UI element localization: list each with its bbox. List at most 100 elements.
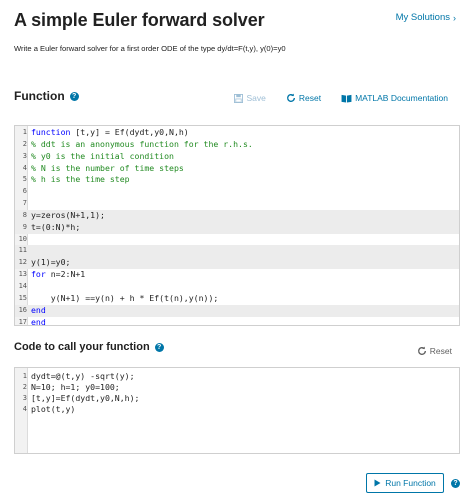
help-icon[interactable]: ?	[154, 342, 164, 352]
code-text: end	[31, 305, 46, 317]
code-token: y=zeros(N+1,1);	[31, 209, 105, 220]
code-text: % y0 is the initial condition	[31, 151, 174, 163]
code-line[interactable]: 10	[15, 234, 459, 246]
code-line[interactable]: 7	[15, 198, 459, 210]
code-text: % ddt is an anonymous function for the r…	[31, 139, 253, 151]
code-line[interactable]: 16 end	[15, 304, 459, 317]
code-text: y(N+1) ==y(n) + h * Ef(t(n),y(n));	[31, 292, 219, 305]
problem-description: Write a Euler forward solver for a first…	[14, 44, 286, 53]
line-number: 7	[22, 199, 27, 208]
code-token: y(1)=y0;	[31, 257, 71, 268]
code-line[interactable]: 3 [t,y]=Ef(dydt,y0,N,h);	[15, 393, 459, 404]
code-line[interactable]: 13 for n=2:N+1	[15, 269, 459, 281]
code-line[interactable]: 2 % ddt is an anonymous function for the …	[15, 139, 459, 151]
code-text: plot(t,y)	[31, 404, 76, 414]
function-section-title: Function ?	[14, 89, 79, 103]
run-label: Run Function	[385, 478, 436, 488]
code-text: dydt=@(t,y) -sqrt(y);	[31, 371, 135, 381]
my-solutions-link[interactable]: My Solutions ›	[396, 12, 456, 23]
line-number: 6	[22, 187, 27, 196]
code-text: N=10; h=1; y0=100;	[31, 382, 120, 392]
line-number: 1	[22, 128, 27, 136]
comment-token: % ddt is an anonymous function for the r…	[31, 138, 253, 149]
code-token: n=2:N+1	[45, 269, 86, 280]
line-number: 13	[18, 270, 27, 279]
comment-token: % N is the number of time steps	[31, 162, 184, 173]
code-token: [t,y] = Ef(dydt,y0,N,h)	[70, 127, 189, 137]
call-section-title: Code to call your function ?	[14, 341, 164, 353]
line-number: 16	[18, 305, 27, 314]
code-line[interactable]: 1 function [t,y] = Ef(dydt,y0,N,h)	[15, 127, 459, 139]
save-label: Save	[246, 93, 266, 103]
code-text: y(1)=y0;	[31, 257, 70, 269]
line-number: 17	[18, 317, 27, 326]
code-text: % N is the number of time steps	[31, 163, 184, 175]
code-text: for n=2:N+1	[31, 269, 85, 281]
call-code-editor[interactable]: 1 dydt=@(t,y) -sqrt(y); 2 N=10; h=1; y0=100…	[14, 367, 460, 454]
keyword-token: end	[31, 304, 46, 315]
code-line[interactable]: 8 y=zeros(N+1,1);	[15, 209, 459, 222]
page-title: A simple Euler forward solver	[14, 10, 265, 30]
line-number: 10	[18, 234, 27, 243]
line-number: 11	[18, 246, 27, 255]
call-title-label: Code to call your function	[14, 341, 150, 353]
reset-label: Reset	[429, 346, 452, 356]
code-text: y=zeros(N+1,1);	[31, 210, 105, 222]
line-number: 9	[22, 222, 27, 231]
keyword-token: for	[31, 269, 46, 280]
function-toolbar: Save Reset MATLAB Documentation	[234, 93, 448, 103]
reset-call-button[interactable]: Reset	[417, 346, 452, 356]
run-function-button[interactable]: Run Function	[366, 473, 444, 493]
code-text: % h is the time step	[31, 174, 130, 186]
code-line[interactable]: 14	[15, 281, 459, 293]
chevron-right-icon: ›	[453, 12, 456, 23]
code-line[interactable]: 9 t=(0:N)*h;	[15, 221, 459, 234]
code-line[interactable]: 2 N=10; h=1; y0=100;	[15, 382, 459, 393]
save-button[interactable]: Save	[234, 93, 266, 103]
function-code-editor[interactable]: 1 function [t,y] = Ef(dydt,y0,N,h) 2 % ddt …	[14, 125, 460, 328]
matlab-documentation-link[interactable]: MATLAB Documentation	[341, 93, 448, 103]
code-line[interactable]: 1 dydt=@(t,y) -sqrt(y);	[15, 371, 459, 382]
help-icon[interactable]: ?	[451, 479, 460, 488]
line-number: 5	[22, 175, 27, 184]
line-number: 2	[22, 139, 27, 148]
docs-label: MATLAB Documentation	[355, 93, 448, 103]
code-line[interactable]: 3 % y0 is the initial condition	[15, 151, 459, 163]
line-number: 1	[22, 372, 27, 380]
code-line[interactable]: 12 y(1)=y0;	[15, 257, 459, 270]
code-text: t=(0:N)*h;	[31, 222, 80, 234]
function-title-label: Function	[14, 89, 65, 103]
line-number: 12	[18, 258, 27, 267]
line-number: 3	[22, 151, 27, 160]
help-icon[interactable]: ?	[69, 91, 79, 101]
line-number: 2	[22, 383, 27, 391]
call-code-lines: 1 dydt=@(t,y) -sqrt(y); 2 N=10; h=1; y0=100…	[15, 368, 459, 415]
my-solutions-label: My Solutions	[395, 12, 450, 23]
reset-function-button[interactable]: Reset	[286, 93, 321, 103]
line-number: 4	[22, 405, 27, 413]
reset-icon	[417, 346, 427, 356]
comment-token: % y0 is the initial condition	[31, 150, 174, 161]
line-number: 3	[22, 394, 27, 402]
code-line[interactable]: 17 end	[15, 317, 459, 329]
reset-icon	[286, 93, 296, 103]
keyword-token: end	[31, 316, 46, 327]
reset-label: Reset	[298, 93, 322, 103]
code-text: [t,y]=Ef(dydt,y0,N,h);	[31, 393, 140, 403]
function-code-lines: 1 function [t,y] = Ef(dydt,y0,N,h) 2 % ddt …	[15, 126, 459, 328]
code-line[interactable]: 6	[15, 186, 459, 198]
code-token: t=(0:N)*h;	[31, 221, 81, 232]
comment-token: % h is the time step	[31, 174, 130, 185]
code-text: function [t,y] = Ef(dydt,y0,N,h)	[31, 127, 189, 139]
keyword-token: function	[31, 127, 71, 137]
code-line[interactable]: 4 % N is the number of time steps	[15, 163, 459, 175]
line-number: 15	[18, 293, 27, 302]
code-line[interactable]: 5 % h is the time step	[15, 174, 459, 186]
book-icon	[341, 94, 352, 103]
code-line[interactable]: 15 y(N+1) ==y(n) + h * Ef(t(n),y(n));	[15, 293, 459, 305]
code-line[interactable]: 11	[15, 245, 459, 258]
line-number: 8	[22, 210, 27, 219]
line-number: 14	[18, 281, 27, 290]
code-line[interactable]: 4 plot(t,y)	[15, 404, 459, 415]
code-token: y(N+1) ==y(n) + h * Ef(t(n),y(n));	[31, 292, 219, 303]
